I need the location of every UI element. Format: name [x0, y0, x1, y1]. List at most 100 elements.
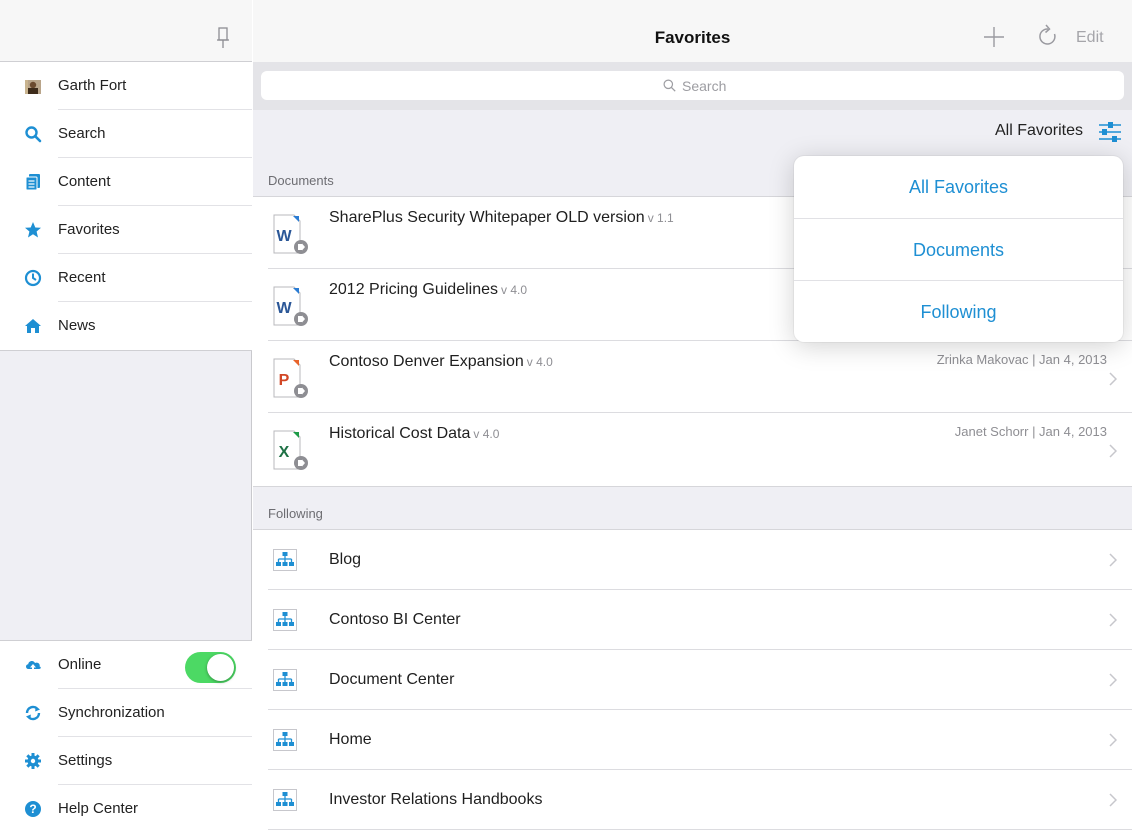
sidebar-item-label: News	[58, 317, 96, 334]
document-name: 2012 Pricing Guidelines	[329, 281, 498, 298]
site-icon	[273, 729, 297, 751]
document-name: Contoso Denver Expansion	[329, 353, 524, 370]
refresh-icon[interactable]	[1036, 23, 1060, 49]
chevron-right-icon	[1109, 733, 1117, 747]
filter-option-following[interactable]: Following	[794, 280, 1123, 342]
sidebar-item-favorites[interactable]: Favorites	[0, 206, 252, 254]
sidebar: Garth Fort Search Content Favorites Rece…	[0, 0, 252, 832]
section-title: Following	[268, 506, 323, 521]
document-title: SharePlus Security Whitepaper OLD versio…	[329, 209, 674, 227]
document-version: v 4.0	[501, 283, 528, 297]
divider	[268, 829, 1132, 830]
sidebar-item-news[interactable]: News	[0, 302, 252, 350]
sidebar-item-search[interactable]: Search	[0, 110, 252, 158]
site-icon	[273, 549, 297, 571]
section-title: Documents	[268, 173, 334, 188]
sidebar-item-label: Search	[58, 125, 106, 142]
sidebar-item-content[interactable]: Content	[0, 158, 252, 206]
sync-icon	[25, 705, 41, 721]
document-version: v 4.0	[526, 355, 553, 369]
sidebar-nav: Garth Fort Search Content Favorites Rece…	[0, 62, 252, 351]
svg-text:W: W	[276, 228, 292, 245]
filter-bar: All Favorites	[253, 110, 1132, 154]
chevron-right-icon	[1109, 372, 1117, 386]
sidebar-item-label: Recent	[58, 269, 106, 286]
sidebar-header	[0, 0, 252, 62]
filter-sliders-icon[interactable]	[1097, 119, 1123, 145]
sidebar-item-recent[interactable]: Recent	[0, 254, 252, 302]
document-version: v 1.1	[647, 211, 674, 225]
site-label: Blog	[329, 551, 362, 568]
sidebar-item-user[interactable]: Garth Fort	[0, 62, 252, 110]
document-name: SharePlus Security Whitepaper OLD versio…	[329, 209, 645, 226]
search-icon	[25, 126, 42, 143]
edit-button[interactable]: Edit	[1076, 29, 1104, 47]
content-icon	[25, 174, 40, 191]
site-row[interactable]: Home	[253, 710, 1132, 770]
sidebar-item-label: Content	[58, 173, 111, 190]
document-title: 2012 Pricing Guidelines v 4.0	[329, 281, 527, 299]
sidebar-item-label: Favorites	[58, 221, 120, 238]
toggle-knob	[207, 654, 234, 681]
site-row[interactable]: Investor Relations Handbooks	[253, 770, 1132, 830]
site-row[interactable]: Contoso BI Center	[253, 590, 1132, 650]
site-icon	[273, 789, 297, 811]
document-row[interactable]: X Historical Cost Data v 4.0 Janet Schorr…	[253, 413, 1132, 485]
chevron-right-icon	[1109, 613, 1117, 627]
help-icon: ?	[25, 801, 41, 817]
site-row[interactable]: Blog	[253, 530, 1132, 590]
document-meta: Janet Schorr | Jan 4, 2013	[954, 424, 1107, 439]
sidebar-item-label: Synchronization	[58, 704, 165, 721]
document-row[interactable]: P Contoso Denver Expansion v 4.0 Zrinka M…	[253, 341, 1132, 413]
plus-icon[interactable]	[981, 24, 1007, 50]
search-placeholder: Search	[682, 78, 727, 94]
chevron-right-icon	[1109, 553, 1117, 567]
online-toggle[interactable]	[185, 652, 236, 683]
site-icon	[273, 669, 297, 691]
sidebar-item-settings[interactable]: Settings	[0, 737, 252, 785]
chevron-right-icon	[1109, 673, 1117, 687]
sidebar-item-label: Online	[58, 656, 102, 673]
search-icon	[663, 79, 676, 92]
site-label: Home	[329, 731, 372, 748]
filter-option-all-favorites[interactable]: All Favorites	[794, 156, 1123, 218]
document-title: Contoso Denver Expansion v 4.0	[329, 353, 553, 371]
clock-icon	[24, 269, 42, 287]
search-input[interactable]: Search	[261, 71, 1124, 100]
excel-document-icon: X	[273, 430, 308, 470]
main-panel: Favorites Edit Search All Favorites Docu…	[253, 0, 1132, 832]
sidebar-item-label: Settings	[58, 752, 113, 769]
filter-popover: All Favorites Documents Following	[794, 156, 1123, 342]
svg-text:X: X	[279, 444, 290, 461]
document-title: Historical Cost Data v 4.0	[329, 425, 499, 443]
gear-icon	[25, 753, 41, 769]
site-label: Contoso BI Center	[329, 611, 461, 628]
sidebar-bottom: Online Synchronization Settings ? Help C…	[0, 640, 252, 832]
sidebar-item-synchronization[interactable]: Synchronization	[0, 689, 252, 737]
word-document-icon: W	[273, 214, 308, 254]
svg-text:?: ?	[29, 802, 36, 816]
sidebar-item-label: Garth Fort	[58, 77, 127, 94]
svg-text:P: P	[279, 372, 290, 389]
user-avatar-icon	[25, 80, 41, 94]
cloud-upload-icon	[26, 661, 41, 672]
following-section-header: Following	[253, 486, 1132, 530]
sidebar-item-online: Online	[0, 641, 252, 689]
powerpoint-document-icon: P	[273, 358, 308, 398]
site-label: Document Center	[329, 671, 455, 688]
pin-icon[interactable]	[216, 27, 230, 49]
word-document-icon: W	[273, 286, 308, 326]
svg-text:W: W	[276, 300, 292, 317]
site-label: Investor Relations Handbooks	[329, 791, 543, 808]
star-icon	[25, 222, 41, 238]
filter-option-documents[interactable]: Documents	[794, 218, 1123, 280]
sidebar-item-help-center[interactable]: ? Help Center	[0, 785, 252, 832]
search-bar: Search	[253, 62, 1132, 110]
site-row[interactable]: Document Center	[253, 650, 1132, 710]
filter-label[interactable]: All Favorites	[995, 122, 1083, 140]
home-icon	[25, 319, 41, 333]
chevron-right-icon	[1109, 793, 1117, 807]
navigation-bar: Favorites Edit	[253, 0, 1132, 62]
document-version: v 4.0	[473, 427, 500, 441]
document-meta: Zrinka Makovac | Jan 4, 2013	[936, 352, 1107, 367]
